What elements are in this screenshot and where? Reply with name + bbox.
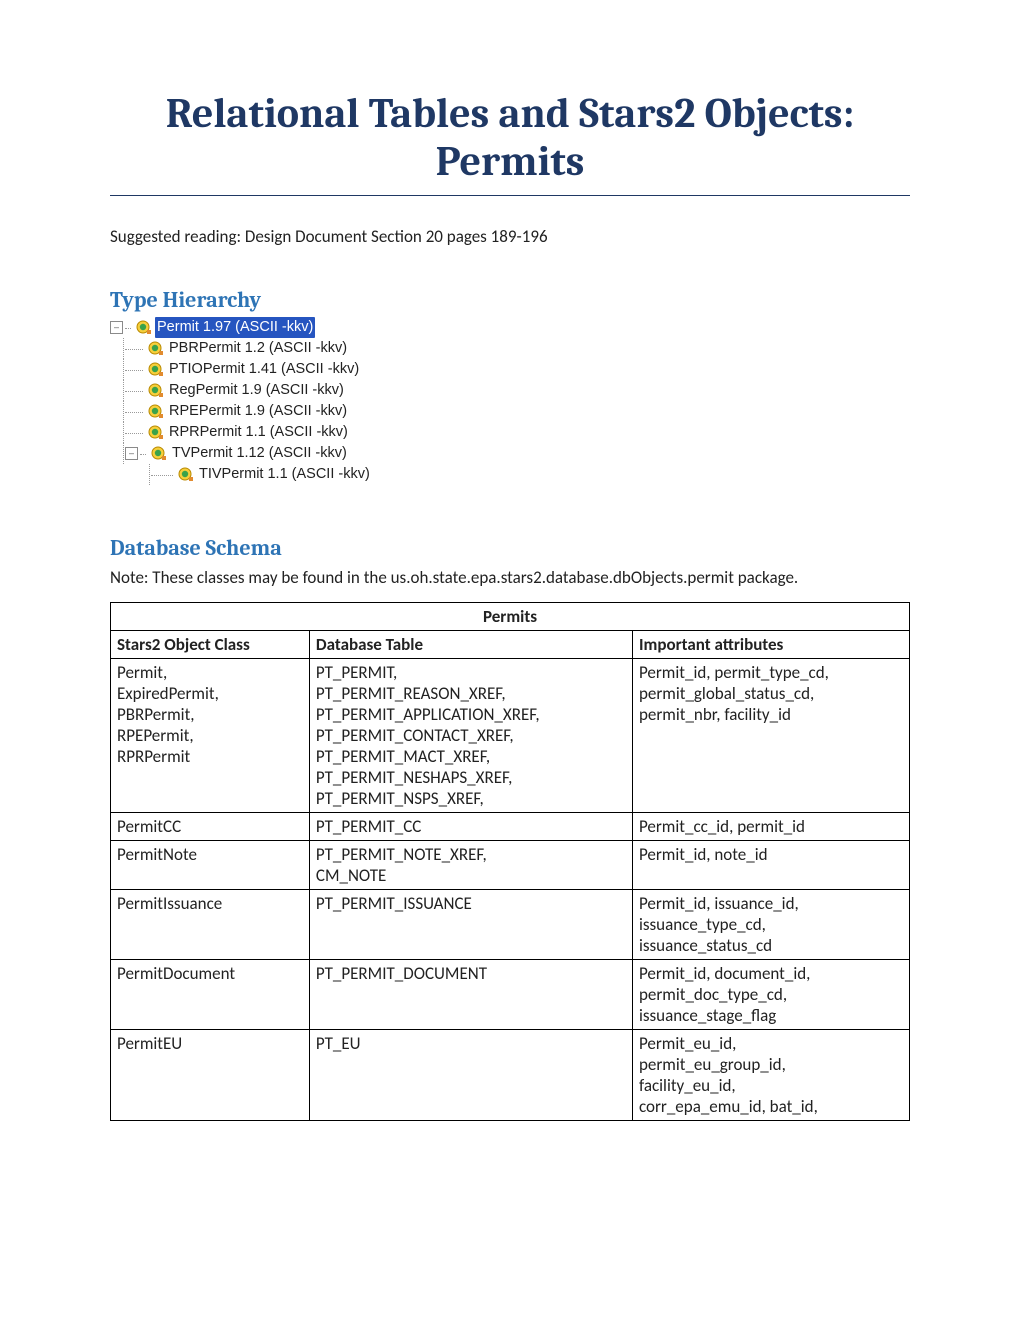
table-cell: PermitCC <box>111 812 310 840</box>
permits-table: Permits Stars2 Object Class Database Tab… <box>110 602 910 1121</box>
tree-node-root[interactable]: – Permit 1.97 (ASCII -kkv) <box>110 317 910 338</box>
tree-node[interactable]: RPRPermit 1.1 (ASCII -kkv) <box>110 422 910 443</box>
table-cell: Permit, ExpiredPermit, PBRPermit, RPEPer… <box>111 658 310 812</box>
collapse-icon[interactable]: – <box>110 321 123 334</box>
table-row: Permit, ExpiredPermit, PBRPermit, RPEPer… <box>111 658 910 812</box>
collapse-icon[interactable]: – <box>125 447 138 460</box>
table-cell: PermitDocument <box>111 959 310 1029</box>
tree-node-label: TVPermit 1.12 (ASCII -kkv) <box>170 443 349 464</box>
tree-node-label: PBRPermit 1.2 (ASCII -kkv) <box>167 338 349 359</box>
tree-node[interactable]: RPEPermit 1.9 (ASCII -kkv) <box>110 401 910 422</box>
tree-node-label: TIVPermit 1.1 (ASCII -kkv) <box>197 464 372 485</box>
table-cell: PT_EU <box>309 1029 632 1120</box>
table-cell: PermitNote <box>111 840 310 889</box>
table-cell: PermitEU <box>111 1029 310 1120</box>
tree-node[interactable]: PTIOPermit 1.41 (ASCII -kkv) <box>110 359 910 380</box>
table-cell: PT_PERMIT_CC <box>309 812 632 840</box>
table-row: PermitEUPT_EUPermit_eu_id, permit_eu_gro… <box>111 1029 910 1120</box>
table-cell: PT_PERMIT, PT_PERMIT_REASON_XREF, PT_PER… <box>309 658 632 812</box>
table-header: Important attributes <box>632 630 909 658</box>
schema-note: Note: These classes may be found in the … <box>110 567 910 588</box>
tree-node[interactable]: PBRPermit 1.2 (ASCII -kkv) <box>110 338 910 359</box>
title-divider <box>110 195 910 196</box>
table-cell: Permit_cc_id, permit_id <box>632 812 909 840</box>
tree-node[interactable]: TIVPermit 1.1 (ASCII -kkv) <box>110 464 910 485</box>
table-cell: PT_PERMIT_ISSUANCE <box>309 889 632 959</box>
table-cell: PT_PERMIT_NOTE_XREF, CM_NOTE <box>309 840 632 889</box>
section-heading-type-hierarchy: Type Hierarchy <box>110 287 910 313</box>
tree-node-label: RPRPermit 1.1 (ASCII -kkv) <box>167 422 350 443</box>
table-row: PermitDocumentPT_PERMIT_DOCUMENTPermit_i… <box>111 959 910 1029</box>
table-cell: Permit_id, document_id, permit_doc_type_… <box>632 959 909 1029</box>
table-row: PermitNotePT_PERMIT_NOTE_XREF, CM_NOTEPe… <box>111 840 910 889</box>
tree-node-label: Permit 1.97 (ASCII -kkv) <box>155 317 315 338</box>
table-header: Stars2 Object Class <box>111 630 310 658</box>
table-cell: PT_PERMIT_DOCUMENT <box>309 959 632 1029</box>
tree-node-label: RPEPermit 1.9 (ASCII -kkv) <box>167 401 349 422</box>
tree-node[interactable]: RegPermit 1.9 (ASCII -kkv) <box>110 380 910 401</box>
suggested-reading: Suggested reading: Design Document Secti… <box>110 226 910 247</box>
page-title: Relational Tables and Stars2 Objects: Pe… <box>110 90 910 187</box>
class-icon <box>135 319 151 335</box>
tree-node-label: RegPermit 1.9 (ASCII -kkv) <box>167 380 346 401</box>
class-icon <box>147 382 163 398</box>
table-header: Database Table <box>309 630 632 658</box>
class-icon <box>147 361 163 377</box>
type-hierarchy-tree: – Permit 1.97 (ASCII -kkv) PBRPermit 1.2… <box>110 317 910 485</box>
class-icon <box>147 403 163 419</box>
section-heading-database-schema: Database Schema <box>110 535 910 561</box>
table-cell: Permit_id, permit_type_cd, permit_global… <box>632 658 909 812</box>
tree-node[interactable]: – TVPermit 1.12 (ASCII -kkv) <box>110 443 910 464</box>
table-caption: Permits <box>111 602 910 630</box>
class-icon <box>177 466 193 482</box>
table-cell: Permit_id, note_id <box>632 840 909 889</box>
table-cell: PermitIssuance <box>111 889 310 959</box>
class-icon <box>150 445 166 461</box>
table-cell: Permit_id, issuance_id, issuance_type_cd… <box>632 889 909 959</box>
table-cell: Permit_eu_id, permit_eu_group_id, facili… <box>632 1029 909 1120</box>
table-row: PermitCCPT_PERMIT_CCPermit_cc_id, permit… <box>111 812 910 840</box>
tree-node-label: PTIOPermit 1.41 (ASCII -kkv) <box>167 359 361 380</box>
class-icon <box>147 340 163 356</box>
class-icon <box>147 424 163 440</box>
table-row: PermitIssuancePT_PERMIT_ISSUANCEPermit_i… <box>111 889 910 959</box>
